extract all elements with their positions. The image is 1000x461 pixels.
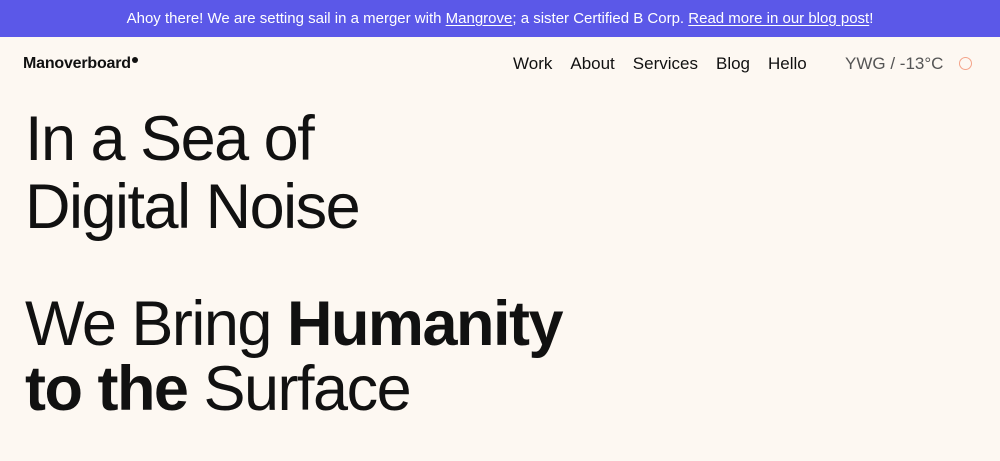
announcement-banner: Ahoy there! We are setting sail in a mer… (0, 0, 1000, 37)
mangrove-link[interactable]: Mangrove (446, 10, 513, 27)
tagline-regular-2: urface (244, 354, 412, 424)
announcement-text-start: Ahoy there! We are setting sail in a mer… (126, 10, 446, 27)
nav-item-about[interactable]: About (570, 54, 614, 74)
blog-post-link[interactable]: Read more in our blog post (688, 10, 869, 27)
nav-item-blog[interactable]: Blog (716, 54, 750, 74)
nav-item-hello[interactable]: Hello (768, 54, 807, 74)
announcement-text-middle: ; a sister Certified B Corp. (512, 10, 689, 27)
tagline-bold-2: to the (25, 354, 204, 424)
announcement-text-end: ! (869, 10, 874, 27)
tagline-regular-1: We Bring (25, 289, 287, 359)
hero-line-2: Digital Noise (25, 172, 361, 242)
nav-item-services[interactable]: Services (633, 54, 698, 74)
weather-readout: YWG / -13°C (845, 54, 944, 73)
dot-icon (131, 57, 138, 63)
hero-tagline: We Bring Humanity to the Surface (25, 289, 564, 424)
nav-item-work[interactable]: Work (513, 54, 552, 74)
circle-outline-icon[interactable] (959, 57, 972, 70)
site-logo[interactable]: Manoverboard (23, 55, 138, 73)
tagline-bold-1: Humanity (286, 289, 564, 359)
logo-text: Manoverboard (23, 55, 131, 72)
hero-line-1: In a Sea of (25, 104, 315, 174)
main-nav: Work About Services Blog Hello (513, 54, 825, 74)
tagline-bold-3: S (203, 354, 245, 424)
hero-heading: In a Sea of Digital Noise (25, 104, 361, 242)
